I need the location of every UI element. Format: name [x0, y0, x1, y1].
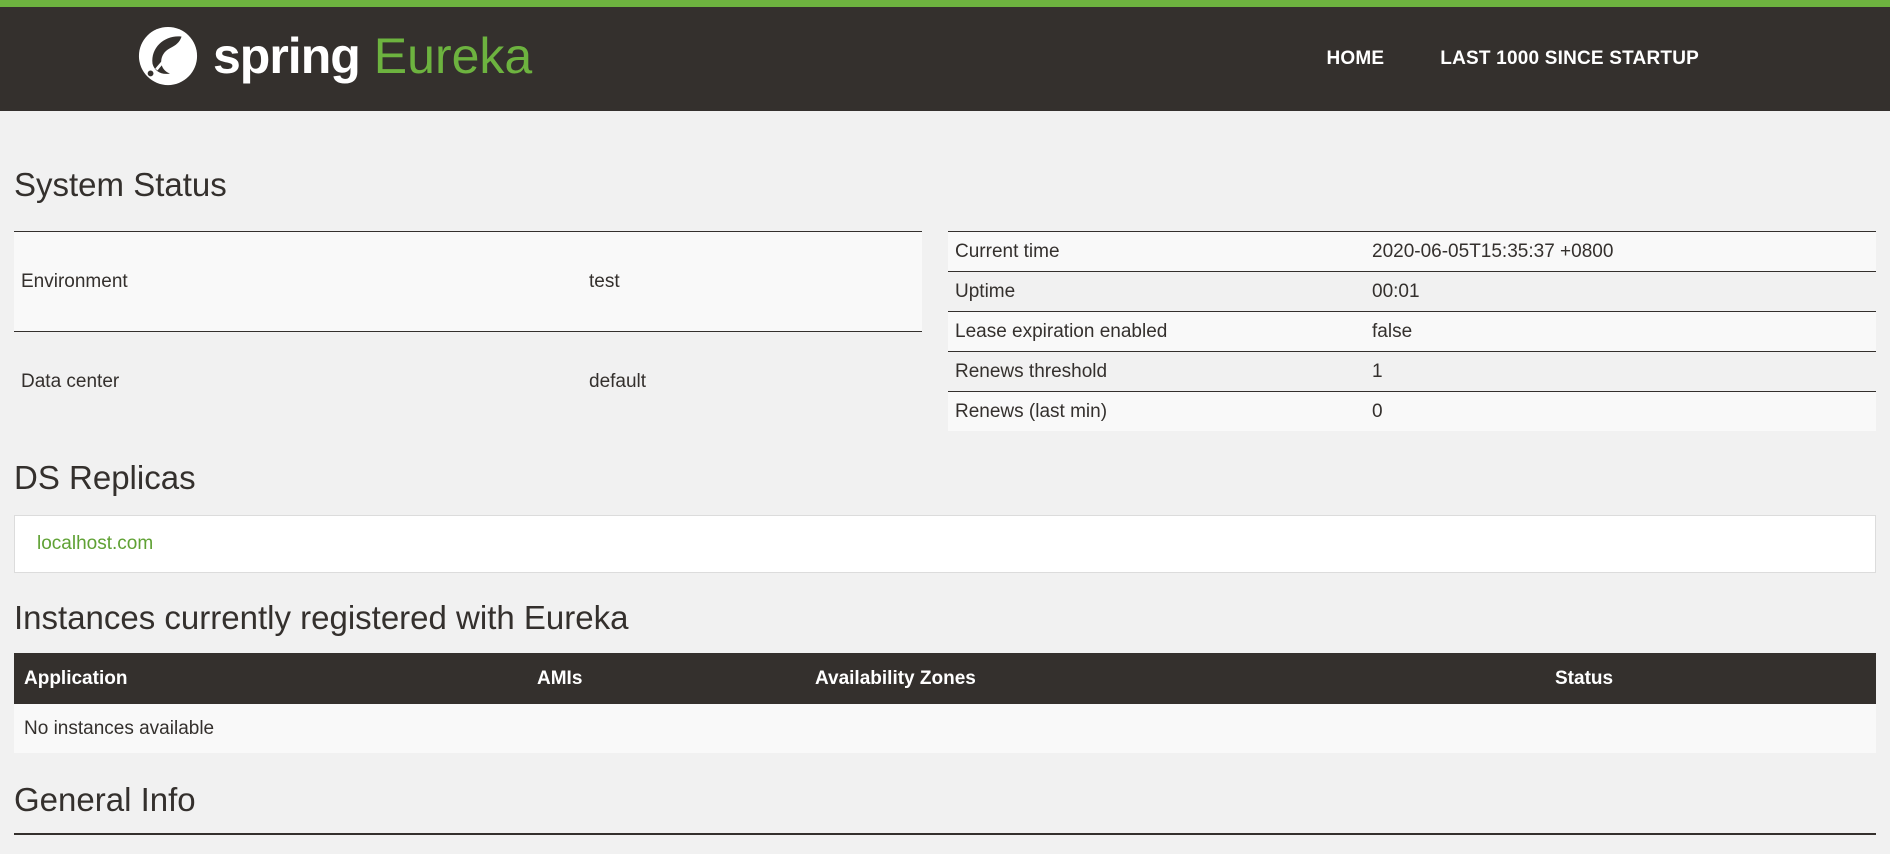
- main-content: System Status Environment test Data cent…: [0, 111, 1890, 835]
- instances-heading: Instances currently registered with Eure…: [14, 599, 629, 636]
- status-value: test: [582, 230, 922, 332]
- no-instances-message: No instances available: [14, 704, 1876, 753]
- table-row: Renews threshold 1: [948, 351, 1876, 392]
- status-key: Environment: [14, 230, 582, 332]
- table-row: Renews (last min) 0: [948, 391, 1876, 431]
- status-value: 2020-06-05T15:35:37 +0800: [1365, 231, 1876, 272]
- table-row: Data center default: [14, 331, 922, 431]
- spring-leaf-icon: [138, 26, 198, 86]
- status-key: Current time: [948, 231, 1365, 272]
- table-row: Lease expiration enabled false: [948, 311, 1876, 352]
- table-row: Uptime 00:01: [948, 271, 1876, 312]
- status-key: Data center: [14, 331, 582, 431]
- nav-links: HOME LAST 1000 SINCE STARTUP: [1270, 7, 1699, 111]
- ds-replicas-list: localhost.com: [14, 515, 1876, 573]
- column-header-application: Application: [14, 653, 527, 704]
- ds-replicas-heading: DS Replicas: [14, 459, 196, 496]
- column-header-amis: AMIs: [527, 653, 805, 704]
- status-value: 00:01: [1365, 271, 1876, 312]
- status-key: Uptime: [948, 271, 1365, 312]
- nav-last-1000-link[interactable]: LAST 1000 SINCE STARTUP: [1440, 48, 1699, 70]
- table-row: No instances available: [14, 704, 1876, 753]
- table-row: Current time 2020-06-05T15:35:37 +0800: [948, 231, 1876, 272]
- status-value: default: [582, 331, 922, 431]
- general-info-divider: [14, 833, 1876, 835]
- column-header-status: Status: [1545, 653, 1876, 704]
- column-header-availability-zones: Availability Zones: [805, 653, 1545, 704]
- brand-eureka-text: Eureka: [373, 28, 533, 84]
- system-status-right-table: Current time 2020-06-05T15:35:37 +0800 U…: [948, 231, 1876, 431]
- status-key: Lease expiration enabled: [948, 311, 1365, 352]
- status-value: 0: [1365, 391, 1876, 431]
- system-status-tables: Environment test Data center default Cur…: [14, 230, 1876, 431]
- status-key: Renews threshold: [948, 351, 1365, 392]
- brand-logo[interactable]: spring Eureka: [137, 21, 532, 91]
- table-header-row: Application AMIs Availability Zones Stat…: [14, 653, 1876, 704]
- status-value: false: [1365, 311, 1876, 352]
- status-value: 1: [1365, 351, 1876, 392]
- navbar: spring Eureka HOME LAST 1000 SINCE START…: [0, 7, 1890, 111]
- brand-spring-text: spring: [213, 28, 361, 84]
- table-row: Environment test: [14, 230, 922, 332]
- system-status-left-table: Environment test Data center default: [14, 230, 922, 431]
- general-info-heading: General Info: [14, 781, 196, 818]
- top-accent-bar: [0, 0, 1890, 7]
- replica-link[interactable]: localhost.com: [37, 533, 153, 555]
- nav-home-link[interactable]: HOME: [1326, 48, 1384, 70]
- instances-table: Application AMIs Availability Zones Stat…: [14, 653, 1876, 753]
- status-key: Renews (last min): [948, 391, 1365, 431]
- system-status-heading: System Status: [14, 166, 227, 203]
